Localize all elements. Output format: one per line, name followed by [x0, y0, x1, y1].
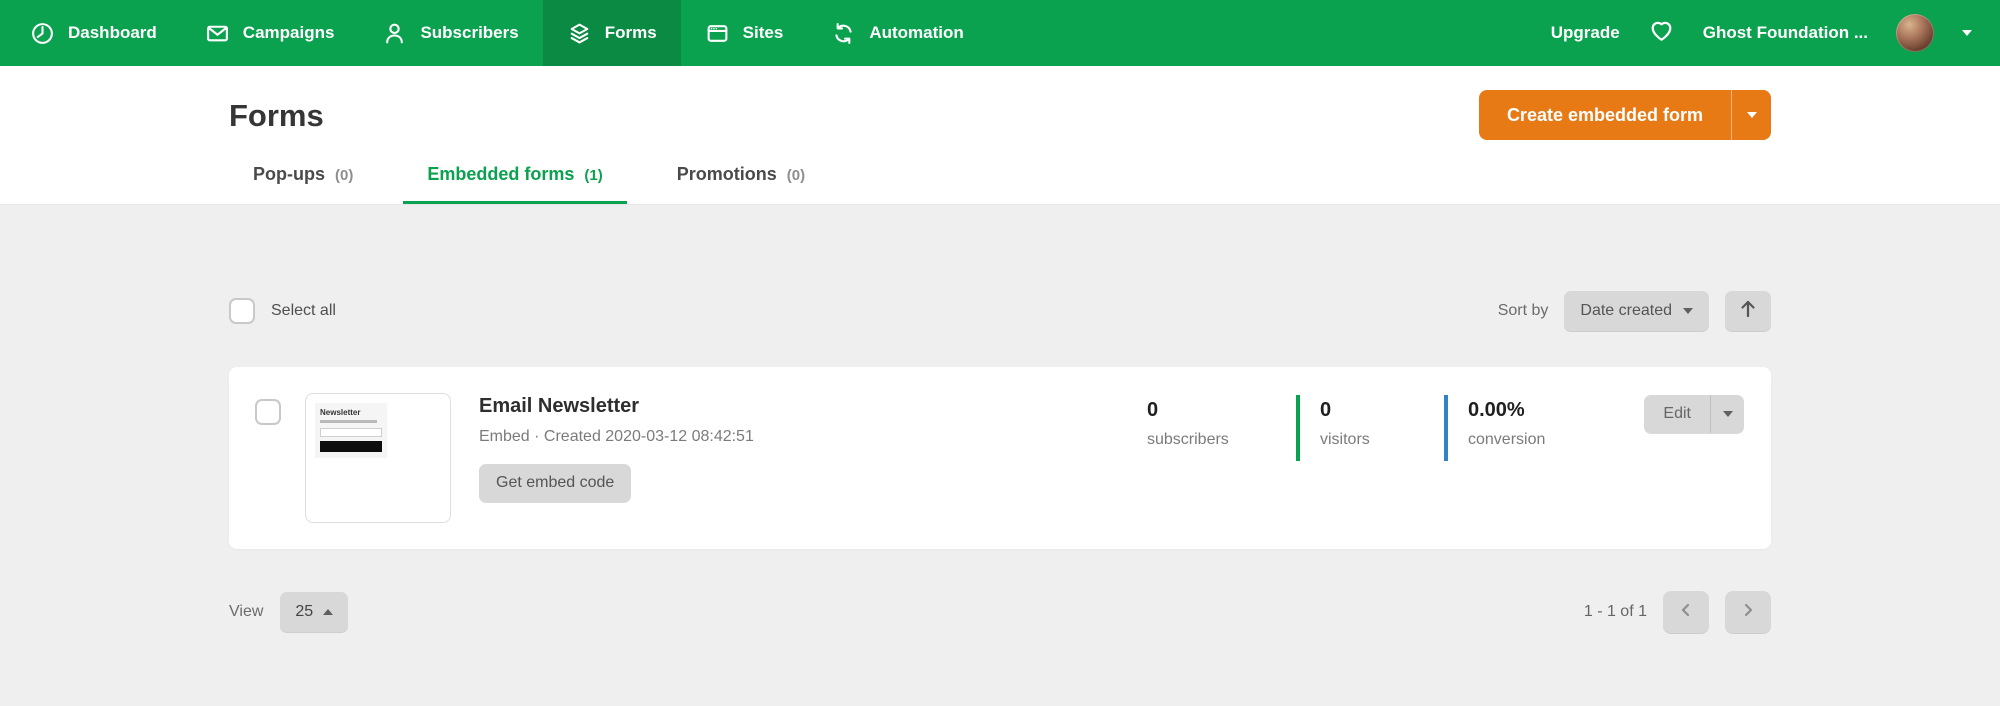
- sort-group: Sort by Date created: [1498, 291, 1771, 331]
- tab-count: (0): [787, 167, 805, 184]
- sort-direction-button[interactable]: [1725, 291, 1771, 331]
- chevron-down-icon: [1723, 411, 1733, 417]
- chevron-up-icon: [323, 609, 333, 615]
- nav-item-label: Dashboard: [68, 23, 157, 43]
- tab-label: Embedded forms: [427, 164, 574, 185]
- tab-label: Pop-ups: [253, 164, 325, 185]
- sort-field-dropdown[interactable]: Date created: [1564, 291, 1709, 331]
- thumbnail-subscribe-button: [320, 441, 382, 452]
- nav-right-group: Upgrade Ghost Foundation ...: [1551, 0, 1972, 66]
- form-title[interactable]: Email Newsletter: [479, 395, 754, 418]
- view-label: View: [229, 603, 263, 621]
- tab-embedded-forms[interactable]: Embedded forms (1): [403, 164, 626, 204]
- nav-item-forms[interactable]: Forms: [543, 0, 681, 66]
- tab-promotions[interactable]: Promotions (0): [653, 164, 829, 204]
- stat-value: 0.00%: [1468, 399, 1592, 422]
- thumbnail-text-line: [320, 420, 377, 423]
- account-name[interactable]: Ghost Foundation ...: [1703, 23, 1868, 43]
- dashboard-clock-icon: [30, 21, 55, 46]
- tabs: Pop-ups (0) Embedded forms (1) Promotion…: [229, 164, 1771, 204]
- arrow-up-icon: [1739, 299, 1757, 324]
- stat-value: 0: [1320, 399, 1444, 422]
- select-all-label: Select all: [271, 302, 336, 320]
- pagination-range: 1 - 1 of 1: [1584, 603, 1647, 621]
- nav-item-label: Subscribers: [420, 23, 518, 43]
- tab-count: (0): [335, 167, 353, 184]
- page-header: Forms Create embedded form Pop-ups (0) E…: [0, 66, 2000, 205]
- prev-page-button[interactable]: [1663, 591, 1709, 633]
- stat-value: 0: [1147, 399, 1296, 422]
- avatar[interactable]: [1896, 14, 1934, 52]
- next-page-button[interactable]: [1725, 591, 1771, 633]
- edit-button[interactable]: Edit: [1644, 395, 1711, 433]
- layers-icon: [567, 21, 592, 46]
- browser-icon: [705, 21, 730, 46]
- nav-item-label: Sites: [743, 23, 784, 43]
- sync-icon: [831, 21, 856, 46]
- tab-popups[interactable]: Pop-ups (0): [229, 164, 377, 204]
- heart-icon[interactable]: [1648, 17, 1675, 49]
- stat-label: subscribers: [1147, 431, 1296, 449]
- create-embedded-form-button[interactable]: Create embedded form: [1479, 90, 1731, 140]
- sort-by-label: Sort by: [1498, 302, 1549, 320]
- form-meta: Embed · Created 2020-03-12 08:42:51: [479, 428, 754, 446]
- form-thumbnail[interactable]: Newsletter: [305, 393, 451, 523]
- nav-item-sites[interactable]: Sites: [681, 0, 808, 66]
- top-navigation: Dashboard Campaigns Subscribers Forms: [0, 0, 2000, 66]
- edit-button-group: Edit: [1644, 395, 1744, 433]
- chevron-down-icon: [1747, 112, 1757, 118]
- stat-label: conversion: [1468, 431, 1592, 449]
- tab-count: (1): [584, 167, 602, 184]
- stat-conversion: 0.00% conversion: [1444, 395, 1592, 461]
- chevron-left-icon: [1678, 602, 1694, 623]
- thumbnail-mini-form: Newsletter: [315, 403, 387, 458]
- nav-item-label: Automation: [869, 23, 963, 43]
- nav-item-label: Forms: [605, 23, 657, 43]
- nav-item-label: Campaigns: [243, 23, 335, 43]
- person-icon: [382, 21, 407, 46]
- view-group: View 25: [229, 592, 348, 632]
- chevron-down-icon: [1683, 308, 1693, 314]
- page-size-dropdown[interactable]: 25: [280, 592, 348, 632]
- nav-item-automation[interactable]: Automation: [807, 0, 987, 66]
- upgrade-link[interactable]: Upgrade: [1551, 23, 1620, 43]
- create-form-dropdown-button[interactable]: [1731, 90, 1771, 140]
- select-all-checkbox[interactable]: [229, 298, 255, 324]
- edit-dropdown-button[interactable]: [1711, 395, 1744, 433]
- nav-item-subscribers[interactable]: Subscribers: [358, 0, 542, 66]
- nav-item-campaigns[interactable]: Campaigns: [181, 0, 359, 66]
- form-row: Newsletter Email Newsletter Embed · Crea…: [229, 367, 1771, 549]
- thumbnail-heading: Newsletter: [320, 408, 382, 417]
- thumbnail-input-field: [320, 428, 382, 437]
- stat-label: visitors: [1320, 431, 1444, 449]
- form-row-info: Email Newsletter Embed · Created 2020-03…: [479, 393, 754, 502]
- chevron-right-icon: [1740, 602, 1756, 623]
- stat-subscribers: 0 subscribers: [1147, 395, 1296, 461]
- envelope-icon: [205, 21, 230, 46]
- row-checkbox[interactable]: [255, 399, 281, 425]
- nav-item-dashboard[interactable]: Dashboard: [6, 0, 181, 66]
- main-content: Select all Sort by Date created: [0, 205, 2000, 633]
- sort-field-value: Date created: [1580, 302, 1672, 320]
- select-all[interactable]: Select all: [229, 298, 336, 324]
- get-embed-code-button[interactable]: Get embed code: [479, 464, 631, 502]
- pagination: 1 - 1 of 1: [1584, 591, 1771, 633]
- list-toolbar: Select all Sort by Date created: [229, 205, 1771, 331]
- stat-visitors: 0 visitors: [1296, 395, 1444, 461]
- list-footer: View 25 1 - 1 of 1: [229, 591, 1771, 633]
- form-stats: 0 subscribers 0 visitors 0.00% conversio…: [1147, 395, 1592, 461]
- create-embedded-form-button-group: Create embedded form: [1479, 90, 1771, 140]
- tab-label: Promotions: [677, 164, 777, 185]
- chevron-down-icon[interactable]: [1962, 30, 1972, 36]
- page-size-value: 25: [295, 603, 313, 621]
